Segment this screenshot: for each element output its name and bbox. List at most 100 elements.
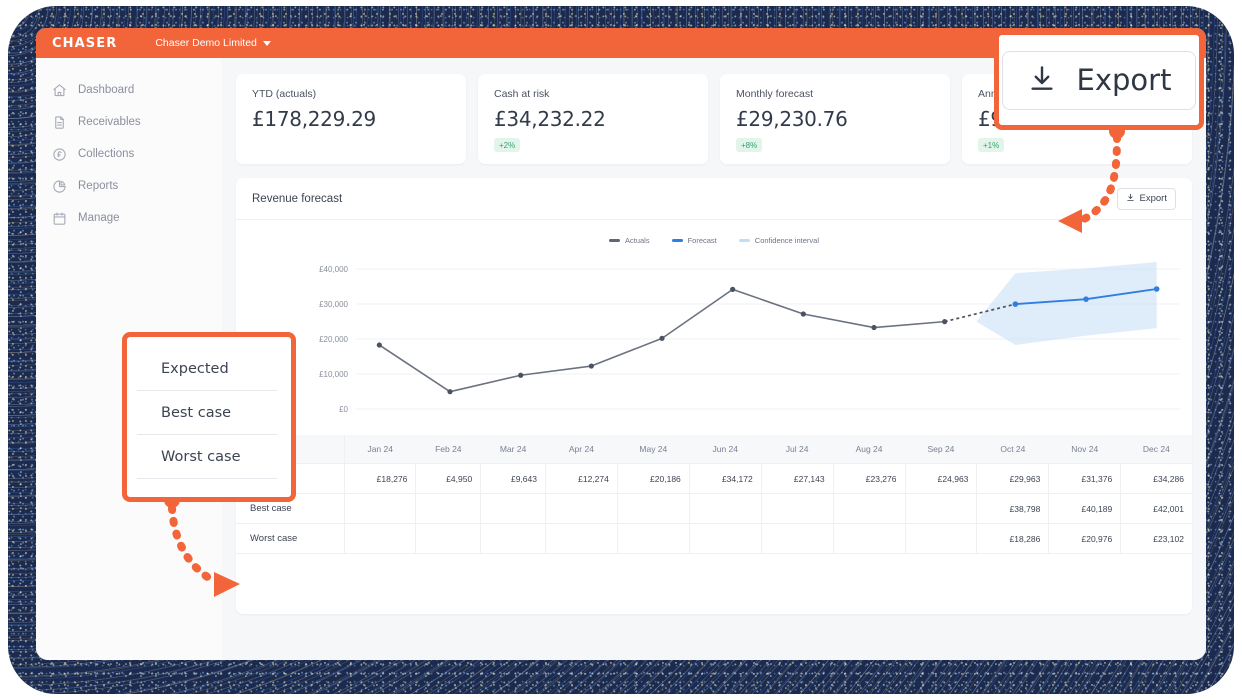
kpi-card-ytd: YTD (actuals) £178,229.29 (236, 74, 466, 164)
table-cell (415, 523, 482, 554)
legend-label: Actuals (624, 236, 650, 245)
actuals-data-point (447, 389, 453, 395)
actuals-data-point (659, 335, 665, 341)
table-cell (415, 493, 482, 524)
currency-circle-icon (52, 147, 67, 162)
table-cell (905, 523, 978, 554)
confidence-interval-band (976, 261, 1157, 345)
table-cell: £4,950 (415, 463, 482, 494)
kpi-value: £29,230.76 (736, 107, 848, 131)
chart-plot-area: £0 £10,000 £20,000 £30,000 £40,000 (236, 261, 1192, 431)
legend-item-forecast: Forecast (671, 236, 717, 245)
legend-swatch (608, 239, 620, 242)
actuals-data-point (730, 286, 736, 292)
table-cell: £40,189 (1048, 493, 1122, 524)
sidebar-item-label: Dashboard (78, 84, 135, 96)
legend-item-confidence-interval: Confidence interval (738, 236, 819, 245)
sidebar-item-manage[interactable]: Manage (36, 202, 222, 234)
sidebar-item-label: Collections (78, 148, 135, 160)
legend-item-actuals: Actuals (608, 236, 650, 245)
table-cell (689, 523, 762, 554)
table-col-header: Jan 24 (344, 435, 416, 464)
table-col-header: Dec 24 (1120, 435, 1192, 464)
table-cell: £38,798 (976, 493, 1050, 524)
table-cell: £9,643 (480, 463, 546, 494)
y-axis-tick-label: £30,000 (319, 300, 348, 309)
table-cell (833, 493, 906, 524)
pie-chart-icon (52, 179, 67, 194)
table-row-label: Worst case (236, 523, 345, 554)
scenarios-callout: Expected Best case Worst case (122, 332, 296, 502)
table-cell: £27,143 (761, 463, 834, 494)
home-icon (52, 83, 67, 98)
export-button[interactable]: Export (1116, 187, 1176, 210)
table-cell: £20,976 (1048, 523, 1122, 554)
table-cell: £18,276 (344, 463, 417, 494)
actuals-data-point (942, 319, 948, 325)
kpi-value: £178,229.29 (252, 107, 376, 131)
actuals-data-point (588, 363, 594, 369)
scenario-option-best-case[interactable]: Best case (137, 391, 277, 435)
chart-header: Revenue forecast Export (236, 178, 1192, 220)
sidebar-item-reports[interactable]: Reports (36, 170, 222, 202)
table-col-header: May 24 (617, 435, 690, 464)
export-button-label: Export (1076, 63, 1172, 97)
table-cell (545, 523, 618, 554)
table-cell (344, 493, 417, 524)
export-button-enlarged[interactable]: Export (1001, 50, 1197, 110)
export-callout: Export (994, 30, 1204, 130)
legend-swatch (671, 239, 683, 242)
table-col-header: Jun 24 (689, 435, 762, 464)
actuals-data-point (518, 372, 524, 378)
table-cell: £42,001 (1120, 493, 1192, 524)
kpi-label: YTD (actuals) (252, 88, 317, 100)
table-cell: £31,376 (1048, 463, 1122, 494)
table-cell (905, 493, 978, 524)
legend-label: Confidence interval (754, 236, 819, 245)
table-cell: £34,172 (689, 463, 762, 494)
table-cell (344, 523, 417, 554)
table-col-header: Oct 24 (976, 435, 1049, 464)
table-col-header: Apr 24 (545, 435, 618, 464)
table-cell (761, 523, 834, 554)
kpi-label: Cash at risk (494, 88, 550, 100)
table-cell (689, 493, 762, 524)
table-row: Expected£18,276£4,950£9,643£12,274£20,18… (236, 463, 1192, 494)
y-axis-tick-label: £40,000 (319, 265, 348, 274)
kpi-value: £34,232.22 (494, 107, 606, 131)
sidebar-item-dashboard[interactable]: Dashboard (36, 74, 222, 106)
y-axis-tick-label: £10,000 (319, 370, 348, 379)
scenario-option-expected[interactable]: Expected (137, 347, 277, 391)
main-content: YTD (actuals) £178,229.29 Cash at risk £… (222, 58, 1206, 660)
table-cell: £23,102 (1120, 523, 1192, 554)
scenario-option-worst-case[interactable]: Worst case (137, 435, 277, 479)
sidebar-item-collections[interactable]: Collections (36, 138, 222, 170)
legend-label: Forecast (687, 236, 717, 245)
table-row: Best case £38,798 £40,189 £42,001 (236, 493, 1192, 524)
actuals-data-point (800, 311, 806, 317)
document-icon (52, 115, 67, 130)
sidebar-item-receivables[interactable]: Receivables (36, 106, 222, 138)
chart-legend: Actuals Forecast Confidence interval (236, 236, 1192, 245)
kpi-card-cash-at-risk: Cash at risk £34,232.22 +2% (478, 74, 708, 164)
org-selector[interactable]: Chaser Demo Limited (155, 37, 271, 49)
sidebar-item-label: Manage (78, 212, 120, 224)
table-cell: £29,963 (976, 463, 1050, 494)
table-cell (833, 523, 906, 554)
table-cell: £18,286 (976, 523, 1050, 554)
chevron-down-icon (262, 40, 271, 46)
kpi-delta-badge: +1% (978, 138, 1005, 152)
forecast-data-point (1083, 296, 1089, 302)
sidebar-item-label: Receivables (78, 116, 141, 128)
calendar-icon (52, 211, 67, 226)
export-button-label: Export (1139, 193, 1167, 204)
revenue-forecast-chart: £0 £10,000 £20,000 £30,000 £40,000 (319, 261, 1180, 414)
actuals-data-point (376, 342, 382, 348)
table-col-header: Mar 24 (480, 435, 546, 464)
kpi-card-monthly-forecast: Monthly forecast £29,230.76 +8% (720, 74, 950, 164)
table-body: Expected£18,276£4,950£9,643£12,274£20,18… (236, 463, 1192, 554)
table-col-header: Aug 24 (833, 435, 905, 464)
table-cell: £34,286 (1120, 463, 1192, 494)
download-icon (1126, 193, 1135, 205)
brand-logo: CHASER (52, 35, 118, 51)
